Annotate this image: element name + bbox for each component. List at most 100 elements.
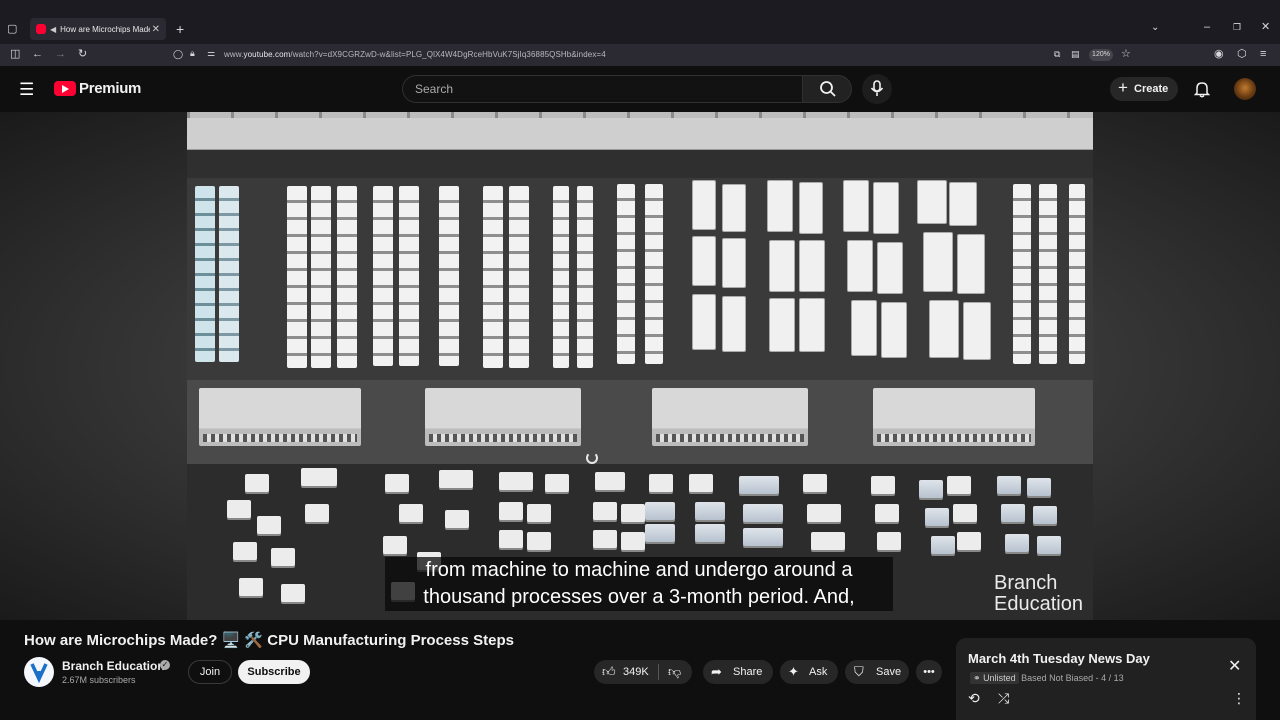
loop-playlist-icon[interactable]: ⟲	[968, 690, 980, 707]
machine	[499, 530, 523, 548]
bookmark-star-icon[interactable]: ☆	[1121, 49, 1131, 60]
playlist-title[interactable]: March 4th Tuesday News Day	[968, 651, 1150, 666]
search-button[interactable]	[802, 75, 852, 103]
branch-education-logo-icon	[30, 663, 48, 684]
verified-check-icon: ✓	[160, 660, 170, 670]
dislike-thumbs-down-icon[interactable]: 👎︎	[668, 660, 681, 684]
new-tab-icon[interactable]: +	[176, 22, 184, 36]
tool-block	[929, 300, 959, 358]
shield-icon[interactable]: ◯	[173, 50, 183, 59]
tool-block	[722, 296, 746, 352]
tab-title: How are Microchips Made? 🖥️	[60, 24, 150, 34]
notifications-bell-icon[interactable]	[1194, 80, 1210, 98]
tool-column	[1069, 184, 1085, 364]
machine	[245, 474, 269, 492]
minimize-icon[interactable]: –	[1204, 22, 1210, 33]
playlist-close-icon[interactable]: ✕	[1228, 656, 1241, 676]
youtube-premium-logo[interactable]: Premium	[54, 80, 141, 97]
url-prefix: www.	[224, 50, 244, 59]
tool-block	[692, 294, 716, 350]
account-icon[interactable]: ◉	[1214, 49, 1224, 60]
account-avatar[interactable]	[1234, 78, 1256, 100]
like-thumbs-up-icon[interactable]: 👍︎	[602, 660, 616, 684]
machine	[803, 474, 827, 492]
search-input[interactable]: Search	[402, 75, 802, 103]
zoom-level-badge[interactable]: 120%	[1089, 49, 1113, 61]
speaker-icon[interactable]: ◀	[50, 25, 56, 34]
playlist-more-vertical-icon[interactable]: ⋮	[1232, 690, 1246, 707]
forward-icon[interactable]: →	[55, 49, 66, 60]
machine	[621, 504, 645, 522]
video-title: How are Microchips Made? 🖥️ 🛠️ CPU Manuf…	[24, 632, 514, 649]
tab-overview-icon[interactable]: ▢	[7, 24, 17, 35]
youtube-favicon-icon	[36, 24, 46, 34]
tool-column	[553, 186, 569, 368]
shuffle-icon[interactable]: ⤮	[998, 690, 1009, 707]
channel-name[interactable]: Branch Education	[62, 659, 165, 673]
machine	[595, 472, 625, 490]
machine	[383, 536, 407, 554]
machine	[1005, 534, 1029, 552]
restore-icon[interactable]: ❐	[1233, 23, 1241, 32]
machine	[499, 502, 523, 520]
reload-icon[interactable]: ↻	[78, 49, 87, 60]
tool-block	[877, 242, 903, 294]
machine	[439, 470, 473, 488]
voice-search-button[interactable]	[862, 74, 892, 104]
tool-block	[957, 234, 985, 294]
browser-menu-icon[interactable]: ≡	[1260, 49, 1266, 60]
machine	[649, 474, 673, 492]
save-button[interactable]: ⛉ Save	[845, 660, 909, 684]
machine	[499, 472, 533, 490]
machine	[931, 536, 955, 554]
back-icon[interactable]: ←	[32, 49, 43, 60]
machine	[689, 474, 713, 492]
share-button[interactable]: ➦ Share	[703, 660, 773, 684]
ask-label: Ask	[809, 666, 828, 678]
caption-line-2: thousand processes over a 3-month period…	[385, 584, 893, 611]
reader-view-icon[interactable]: ▤	[1071, 50, 1080, 59]
picture-in-picture-icon[interactable]: ⧉	[1054, 50, 1060, 59]
machine	[233, 542, 257, 560]
permissions-icon[interactable]: ⚌	[207, 49, 215, 58]
hamburger-menu-icon[interactable]: ☰	[19, 81, 34, 98]
machine	[739, 476, 779, 494]
machine	[1001, 504, 1025, 522]
more-actions-button[interactable]: •••	[916, 660, 942, 684]
create-button[interactable]: Create	[1110, 76, 1178, 101]
tab-close-icon[interactable]: ✕	[152, 24, 160, 35]
extensions-icon[interactable]: ⬡	[1237, 49, 1247, 60]
video-frame[interactable]	[187, 112, 1093, 620]
ask-button[interactable]: ✦ Ask	[780, 660, 838, 684]
lock-icon[interactable]: 🔒︎	[190, 49, 195, 58]
tool-block	[799, 298, 825, 352]
like-count[interactable]: 349K	[623, 660, 649, 684]
machine	[997, 476, 1021, 494]
machine	[227, 500, 251, 518]
machine	[301, 468, 337, 486]
tool-block	[799, 240, 825, 292]
channel-avatar[interactable]	[24, 657, 54, 687]
join-button[interactable]: Join	[188, 660, 232, 684]
tab-list-chevron-icon[interactable]: ⌄	[1151, 23, 1159, 33]
machine	[527, 532, 551, 550]
playlist-owner[interactable]: Based Not Biased	[1021, 673, 1093, 683]
machine	[645, 502, 675, 520]
window-close-icon[interactable]: ✕	[1261, 22, 1270, 33]
share-label: Share	[733, 666, 763, 678]
machine	[947, 476, 971, 494]
sidebar-toggle-icon[interactable]: ◫	[10, 49, 20, 60]
subscribe-button[interactable]: Subscribe	[238, 660, 310, 684]
browser-tab-active[interactable]: ◀ How are Microchips Made? 🖥️ ✕	[30, 18, 166, 40]
machine	[743, 504, 783, 522]
more-horizontal-icon: •••	[923, 666, 935, 678]
tool-column	[195, 186, 215, 362]
stocker-unit	[425, 388, 581, 446]
fab-wall	[187, 112, 1093, 150]
sparkle-icon: ✦	[788, 664, 799, 679]
tool-column	[645, 184, 663, 364]
tool-column	[509, 186, 529, 368]
machine	[645, 524, 675, 542]
address-bar[interactable]: www.youtube.com/watch?v=dX9CGRZwD-w&list…	[224, 50, 606, 59]
tool-block	[917, 180, 947, 224]
